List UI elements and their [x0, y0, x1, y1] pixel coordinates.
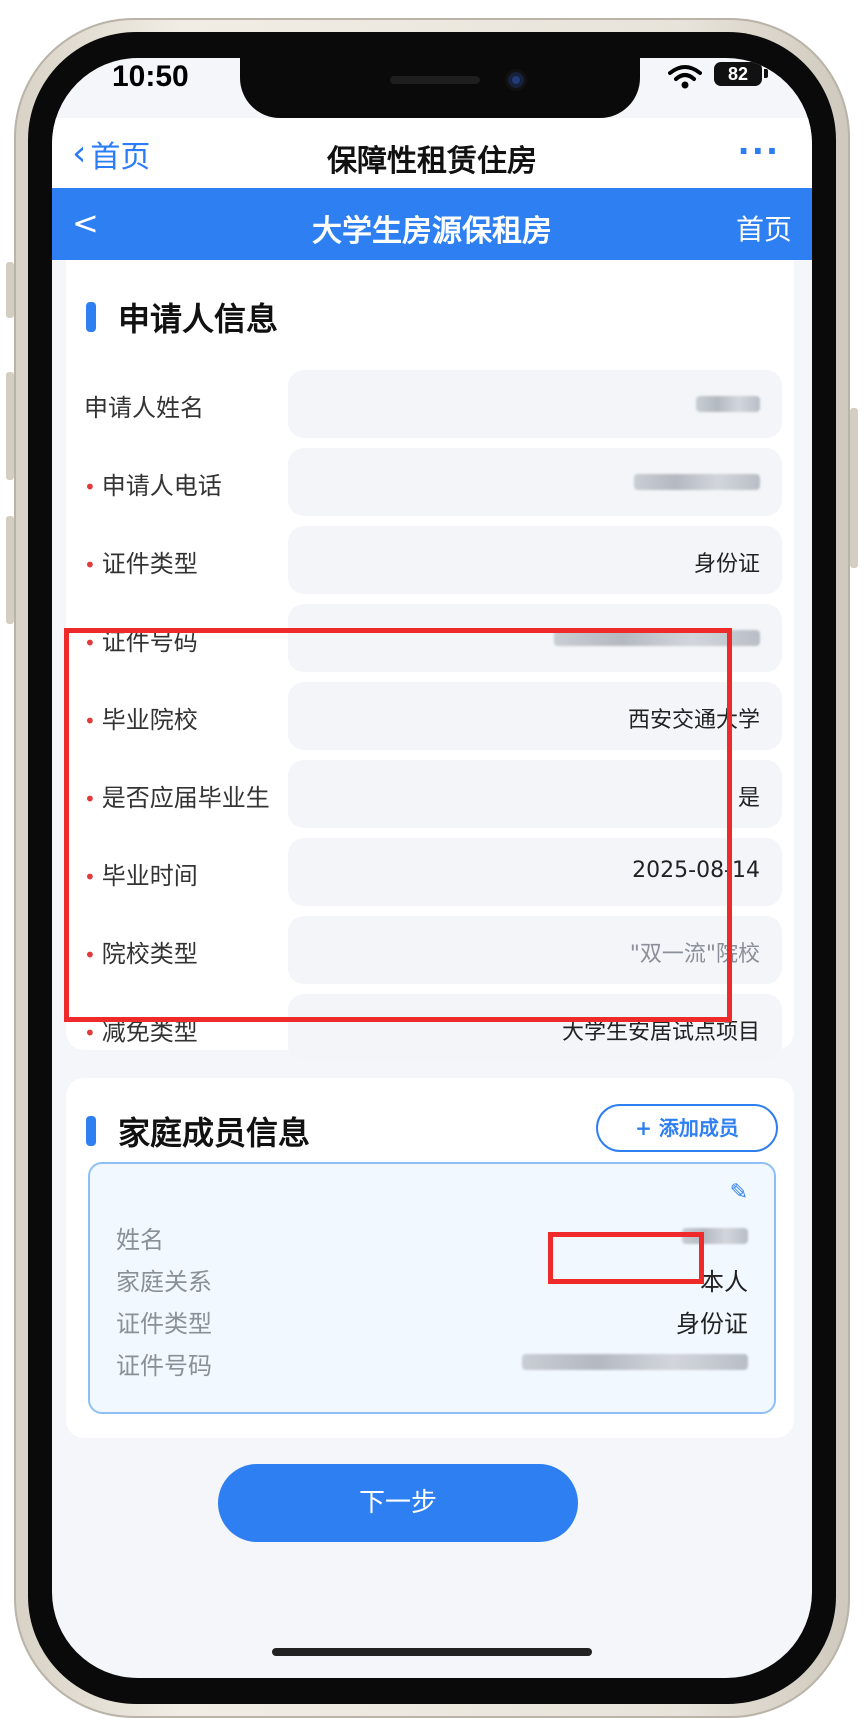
fresh-graduate-value: 是 [737, 786, 760, 811]
home-indicator [272, 1648, 592, 1656]
member-label: 姓名 [116, 1226, 164, 1254]
front-camera [508, 72, 524, 88]
section-accent-bar [86, 1116, 96, 1146]
field-row-applicant-name: 申请人姓名 [66, 370, 794, 438]
member-row-id-type: 证件类型 身份证 [116, 1304, 748, 1338]
member-label: 证件类型 [116, 1310, 212, 1338]
edit-pencil-icon[interactable]: ✎ [730, 1180, 748, 1205]
field-label: 申请人姓名 [84, 388, 204, 423]
mini-program-title: 保障性租赁住房 [327, 144, 537, 179]
id-type-select[interactable]: 身份证 [288, 526, 782, 594]
applicant-section-title: 申请人信息 [86, 294, 278, 340]
volume-down-button [6, 516, 14, 624]
member-row-id-number: 证件号码 [116, 1346, 748, 1380]
field-label-text: 申请人姓名 [84, 394, 204, 422]
status-time: 10:50 [112, 60, 189, 93]
notch [240, 58, 640, 118]
app-header: < 大学生房源保租房 首页 [52, 188, 812, 260]
member-id-type-value: 身份证 [676, 1310, 748, 1338]
header-home-link[interactable]: 首页 [736, 208, 792, 248]
required-mark: • [84, 1021, 96, 1045]
page-title: 大学生房源保租房 [312, 214, 552, 249]
required-mark: • [84, 553, 96, 577]
field-label: • 申请人电话 [84, 466, 222, 501]
volume-up-button [6, 372, 14, 480]
redacted-value [522, 1354, 748, 1370]
battery-icon: 82 [714, 62, 762, 86]
applicant-name-input[interactable] [288, 370, 782, 438]
family-member-item: ✎ 姓名 家庭关系 本人 证件类型 身份证 证件号码 [88, 1162, 776, 1414]
required-mark: • [84, 475, 96, 499]
field-label-text: 申请人电话 [101, 472, 222, 500]
battery-cap [764, 69, 768, 78]
member-relation-value: 本人 [700, 1268, 748, 1296]
field-row-id-type: • 证件类型 身份证 [66, 526, 794, 594]
field-label-text: 减免类型 [101, 1018, 198, 1046]
field-row-applicant-phone: • 申请人电话 [66, 448, 794, 516]
family-section-label: 家庭成员信息 [118, 1114, 311, 1152]
annotation-box-relation [548, 1232, 704, 1284]
applicant-section-label: 申请人信息 [118, 300, 279, 338]
id-type-value: 身份证 [693, 552, 760, 577]
mini-program-nav: ‹ 首页 保障性租赁住房 ··· [52, 118, 812, 188]
wifi-icon [668, 65, 702, 89]
power-button [850, 408, 858, 568]
section-accent-bar [86, 302, 96, 332]
redacted-value [696, 396, 760, 412]
member-label: 家庭关系 [116, 1268, 212, 1296]
next-step-button[interactable]: 下一步 [218, 1464, 578, 1542]
applicant-phone-input[interactable] [288, 448, 782, 516]
member-label: 证件号码 [116, 1352, 212, 1380]
add-member-button[interactable]: + 添加成员 [596, 1104, 778, 1152]
annotation-box-education [64, 628, 732, 1022]
field-label: • 证件类型 [84, 544, 198, 579]
mute-switch [6, 262, 14, 318]
field-label-text: 证件类型 [101, 550, 198, 578]
earpiece-speaker [390, 76, 480, 84]
family-section-title: 家庭成员信息 [86, 1108, 310, 1154]
redacted-value [634, 474, 760, 490]
more-icon[interactable]: ··· [738, 132, 780, 170]
